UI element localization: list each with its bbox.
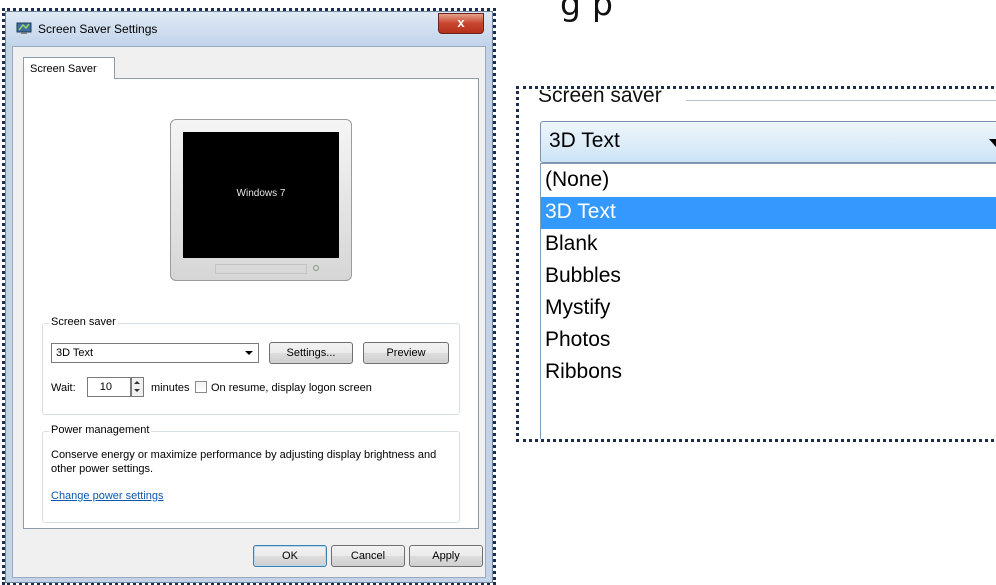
screen-saver-group-label: Screen saver xyxy=(49,316,118,328)
power-management-group: Power management Conserve energy or maxi… xyxy=(42,424,460,523)
close-button[interactable]: x xyxy=(438,13,484,34)
dialog-content: Screen Saver Windows 7 Screen saver 3D T… xyxy=(12,46,486,578)
screen-saver-options-list: (None) 3D Text Blank Bubbles Mystify Pho… xyxy=(540,163,996,439)
dialog-title: Screen Saver Settings xyxy=(38,22,158,36)
chevron-down-icon xyxy=(989,139,996,147)
zoomed-dropdown-view: Screen saver 3D Text (None) 3D Text Blan… xyxy=(520,90,996,439)
header-text-fragment: g p xyxy=(560,0,614,23)
title-bar[interactable]: Screen Saver Settings x xyxy=(6,12,492,46)
option-mystify[interactable]: Mystify xyxy=(541,293,996,325)
zoomed-selected-value: 3D Text xyxy=(549,129,620,152)
resume-logon-checkbox[interactable] xyxy=(195,381,207,393)
wait-minutes-input[interactable]: 10 xyxy=(87,377,131,397)
screen-saver-dialog: Screen Saver Settings x Screen Saver Win… xyxy=(5,11,493,583)
resume-logon-label[interactable]: On resume, display logon screen xyxy=(211,382,372,394)
option-ribbons[interactable]: Ribbons xyxy=(541,357,996,389)
monitor-preview: Windows 7 xyxy=(170,119,352,281)
screen-saver-selected-value: 3D Text xyxy=(56,347,94,359)
zoomed-screen-saver-label: Screen saver xyxy=(538,90,662,107)
ok-button[interactable]: OK xyxy=(253,545,327,567)
apply-button[interactable]: Apply xyxy=(409,545,483,567)
option-photos[interactable]: Photos xyxy=(541,325,996,357)
power-management-label: Power management xyxy=(49,424,152,436)
option-3d-text[interactable]: 3D Text xyxy=(541,197,996,229)
stepper-up-icon[interactable] xyxy=(134,381,140,384)
tab-screen-saver[interactable]: Screen Saver xyxy=(23,57,115,79)
option-blank[interactable]: Blank xyxy=(541,229,996,261)
power-management-description: Conserve energy or maximize performance … xyxy=(51,449,437,475)
cancel-button[interactable]: Cancel xyxy=(331,545,405,567)
preview-text: Windows 7 xyxy=(236,188,286,199)
minutes-label: minutes xyxy=(151,382,190,394)
option-bubbles[interactable]: Bubbles xyxy=(541,261,996,293)
monitor-base xyxy=(215,264,307,274)
wait-label: Wait: xyxy=(51,382,76,394)
stepper-down-icon[interactable] xyxy=(134,389,140,392)
chevron-down-icon xyxy=(245,351,253,355)
screen-saver-select[interactable]: 3D Text xyxy=(51,343,259,363)
monitor-screen: Windows 7 xyxy=(183,132,339,258)
close-icon: x xyxy=(457,15,465,30)
groupbox-line xyxy=(686,100,996,101)
preview-button[interactable]: Preview xyxy=(363,342,449,364)
change-power-settings-link[interactable]: Change power settings xyxy=(51,490,164,502)
wait-minutes-stepper[interactable] xyxy=(131,377,144,397)
screen-saver-icon xyxy=(16,22,32,34)
tab-panel: Windows 7 Screen saver 3D Text Settings.… xyxy=(23,78,479,529)
settings-button[interactable]: Settings... xyxy=(269,342,353,364)
zoomed-screen-saver-select[interactable]: 3D Text xyxy=(540,121,996,163)
option-none[interactable]: (None) xyxy=(541,165,996,197)
power-led-icon xyxy=(313,265,319,271)
screen-saver-group: Screen saver 3D Text Settings... Preview… xyxy=(42,316,460,415)
